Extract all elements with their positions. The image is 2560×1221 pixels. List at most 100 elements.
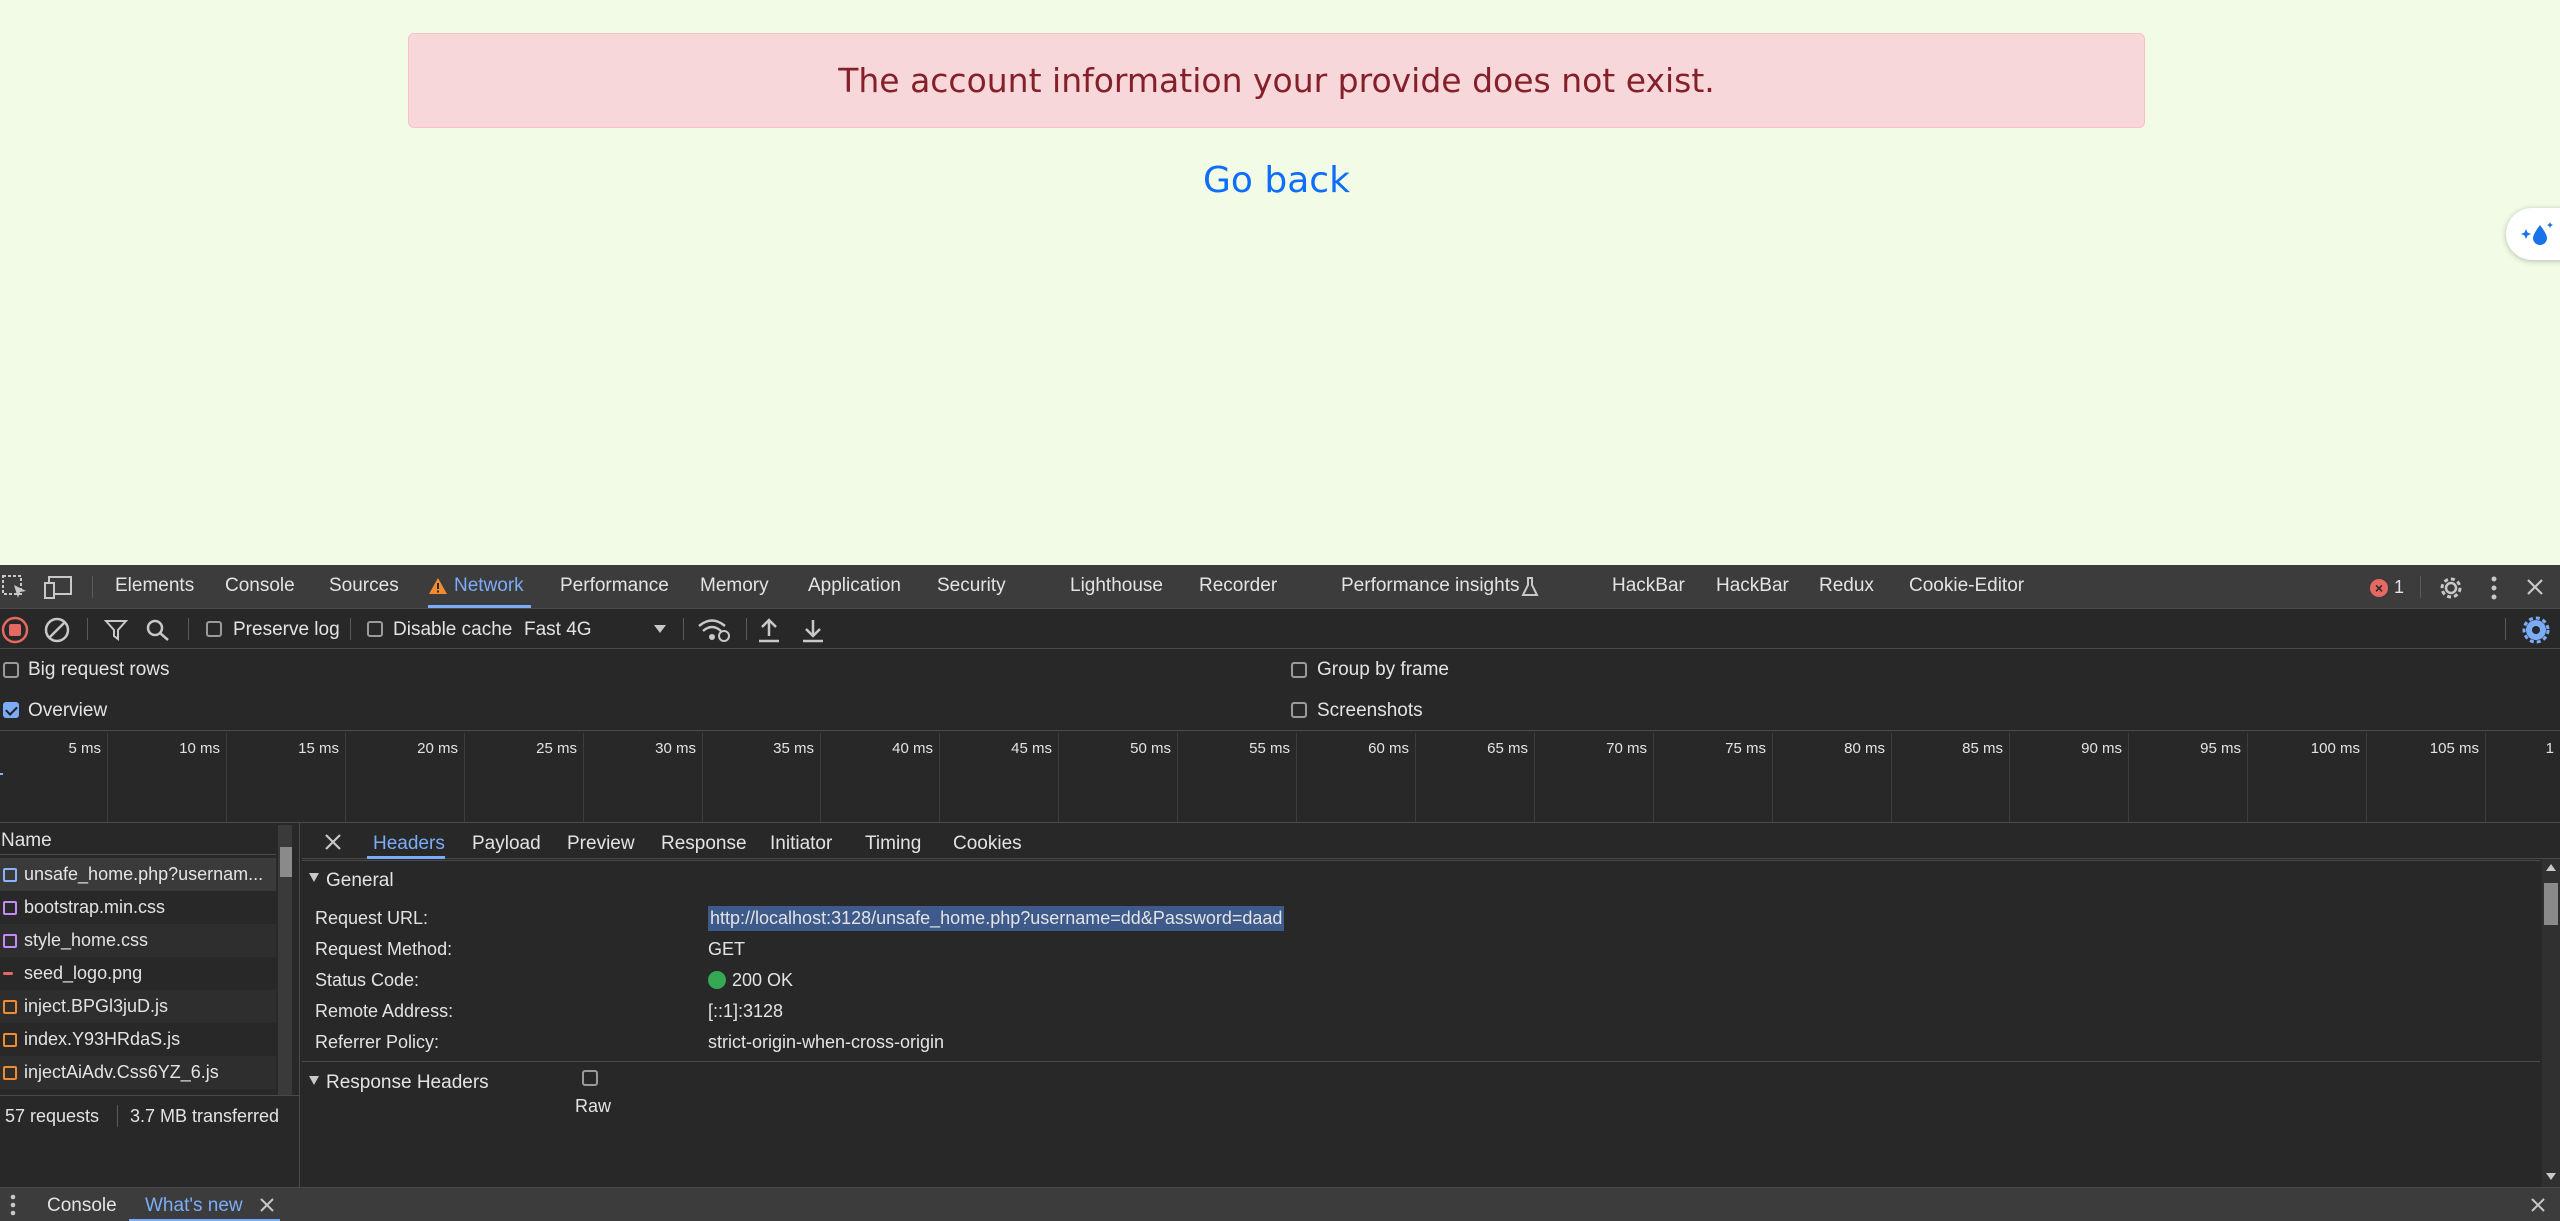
disable-cache-checkbox[interactable] — [367, 621, 383, 637]
timeline-tick-label: 15 ms — [298, 740, 339, 757]
tab-performance-insights[interactable]: Performance insights — [1341, 575, 1519, 597]
timeline-tick-label: 45 ms — [1011, 740, 1052, 757]
network-toolbar: Preserve log Disable cache Fast 4G — [0, 609, 2560, 649]
timeline-gridline — [702, 733, 703, 822]
raw-checkbox[interactable] — [582, 1070, 598, 1086]
timeline-tick-label: 90 ms — [2081, 740, 2122, 757]
tab-memory[interactable]: Memory — [700, 575, 769, 597]
tab-hackbar-2[interactable]: HackBar — [1716, 575, 1789, 597]
tab-preview[interactable]: Preview — [567, 833, 635, 855]
page-content: The account information your provide doe… — [0, 0, 2560, 565]
timeline-tick-label: 75 ms — [1725, 740, 1766, 757]
close-detail-icon[interactable] — [324, 833, 342, 851]
request-url-value[interactable]: http://localhost:3128/unsafe_home.php?us… — [708, 906, 1285, 931]
stylesheet-icon — [3, 934, 17, 948]
tab-elements[interactable]: Elements — [115, 575, 194, 597]
remote-address-value: [::1]:3128 — [708, 1001, 784, 1021]
alert-text: The account information your provide doe… — [838, 61, 1715, 100]
general-section-header[interactable]: General — [302, 860, 2540, 898]
request-row[interactable]: unsafe_home.php?usernam... — [0, 858, 276, 891]
group-by-frame-checkbox[interactable] — [1291, 662, 1307, 678]
scrollbar-thumb[interactable] — [280, 847, 292, 877]
go-back-link[interactable]: Go back — [0, 160, 2553, 201]
error-counter[interactable]: × 1 — [2370, 577, 2404, 598]
network-settings-icon[interactable] — [2521, 615, 2551, 645]
triangle-down-icon — [309, 873, 319, 882]
drawer-tab-console[interactable]: Console — [47, 1195, 117, 1217]
settings-gear-icon[interactable] — [2437, 574, 2465, 602]
tab-hackbar-1[interactable]: HackBar — [1612, 575, 1685, 597]
close-whats-new-icon[interactable] — [259, 1197, 275, 1213]
tab-redux[interactable]: Redux — [1819, 575, 1874, 597]
tab-sources[interactable]: Sources — [329, 575, 399, 597]
request-row[interactable]: seed_logo.png — [0, 957, 276, 990]
timeline-tick-label: 65 ms — [1487, 740, 1528, 757]
tab-initiator[interactable]: Initiator — [770, 833, 832, 855]
request-row[interactable]: injectAiAdv.Css6YZ_6.js — [0, 1056, 276, 1089]
name-column-header[interactable]: Name — [0, 823, 276, 855]
timeline-gridline — [107, 733, 108, 822]
preserve-log-checkbox[interactable] — [206, 621, 222, 637]
referrer-policy-label: Referrer Policy: — [315, 1032, 440, 1052]
screenshots-checkbox[interactable] — [1291, 702, 1307, 718]
drawer-menu-icon[interactable] — [8, 1193, 18, 1217]
devtools-panel: Elements Console Sources Network Perform… — [0, 565, 2560, 1221]
network-conditions-icon[interactable] — [697, 617, 731, 643]
timeline-tick-label: 100 ms — [2310, 740, 2360, 757]
throttling-select[interactable]: Fast 4G — [524, 619, 674, 641]
tab-performance[interactable]: Performance — [560, 575, 669, 597]
request-row[interactable]: index.Y93HRdaS.js — [0, 1023, 276, 1056]
tab-cookies[interactable]: Cookies — [953, 833, 1022, 855]
devtools-drawer: Console What's new — [0, 1187, 2560, 1221]
tab-timing[interactable]: Timing — [865, 833, 921, 855]
more-options-icon[interactable] — [2488, 575, 2500, 601]
tab-network[interactable]: Network — [454, 575, 524, 597]
status-code-label: Status Code: — [315, 970, 420, 990]
tab-recorder[interactable]: Recorder — [1199, 575, 1277, 597]
request-row[interactable]: bootstrap.min.css — [0, 891, 276, 924]
timeline-gridline — [2128, 733, 2129, 822]
general-label: General — [326, 870, 394, 891]
big-request-rows-checkbox[interactable] — [3, 662, 19, 678]
tab-console[interactable]: Console — [225, 575, 295, 597]
tab-cookie-editor[interactable]: Cookie-Editor — [1909, 575, 2024, 597]
tab-headers[interactable]: Headers — [373, 833, 445, 855]
request-count: 57 requests — [5, 1106, 100, 1126]
overview-checkbox[interactable] — [3, 702, 19, 718]
tab-application[interactable]: Application — [808, 575, 901, 597]
response-headers-section-header[interactable]: Response Headers Raw — [302, 1061, 2540, 1121]
extension-float-button[interactable] — [2506, 208, 2560, 260]
status-code-text: 200 OK — [732, 970, 794, 990]
tab-lighthouse[interactable]: Lighthouse — [1070, 575, 1163, 597]
timeline-request-bar — [0, 773, 3, 775]
search-icon[interactable] — [145, 618, 171, 642]
filter-icon[interactable] — [104, 619, 128, 641]
export-har-icon[interactable] — [801, 617, 825, 643]
detail-scrollbar[interactable] — [2542, 859, 2560, 1187]
tab-response[interactable]: Response — [661, 833, 747, 855]
request-name: inject.BPGl3juD.js — [24, 996, 169, 1016]
request-row[interactable]: inject.BPGl3juD.js — [0, 990, 276, 1023]
inspect-element-icon[interactable] — [2, 575, 28, 599]
timeline-gridline — [226, 733, 227, 822]
clear-icon[interactable] — [43, 616, 71, 644]
close-drawer-icon[interactable] — [2530, 1197, 2546, 1213]
tab-security[interactable]: Security — [937, 575, 1006, 597]
drawer-tab-whats-new[interactable]: What's new — [145, 1195, 243, 1217]
device-toolbar-icon[interactable] — [44, 575, 74, 599]
timeline-gridline — [1534, 733, 1535, 822]
response-headers-label: Response Headers — [326, 1072, 489, 1093]
timeline-tick-label: 35 ms — [773, 740, 814, 757]
overview-timeline[interactable]: 5 ms 10 ms 15 ms 20 ms 25 ms 30 ms 35 ms 40 ms 4… — [0, 731, 2560, 823]
timeline-gridline — [2485, 733, 2486, 822]
tab-payload[interactable]: Payload — [472, 833, 541, 855]
timeline-gridline — [1296, 733, 1297, 822]
screenshots-label: Screenshots — [1317, 700, 1423, 721]
close-devtools-icon[interactable] — [2526, 578, 2544, 596]
import-har-icon[interactable] — [757, 617, 781, 643]
request-row[interactable]: style_home.css — [0, 924, 276, 957]
timeline-tick-label: 95 ms — [2200, 740, 2241, 757]
record-stop-icon[interactable] — [1, 616, 29, 644]
request-name: bootstrap.min.css — [24, 897, 166, 917]
status-ok-icon — [708, 971, 726, 989]
